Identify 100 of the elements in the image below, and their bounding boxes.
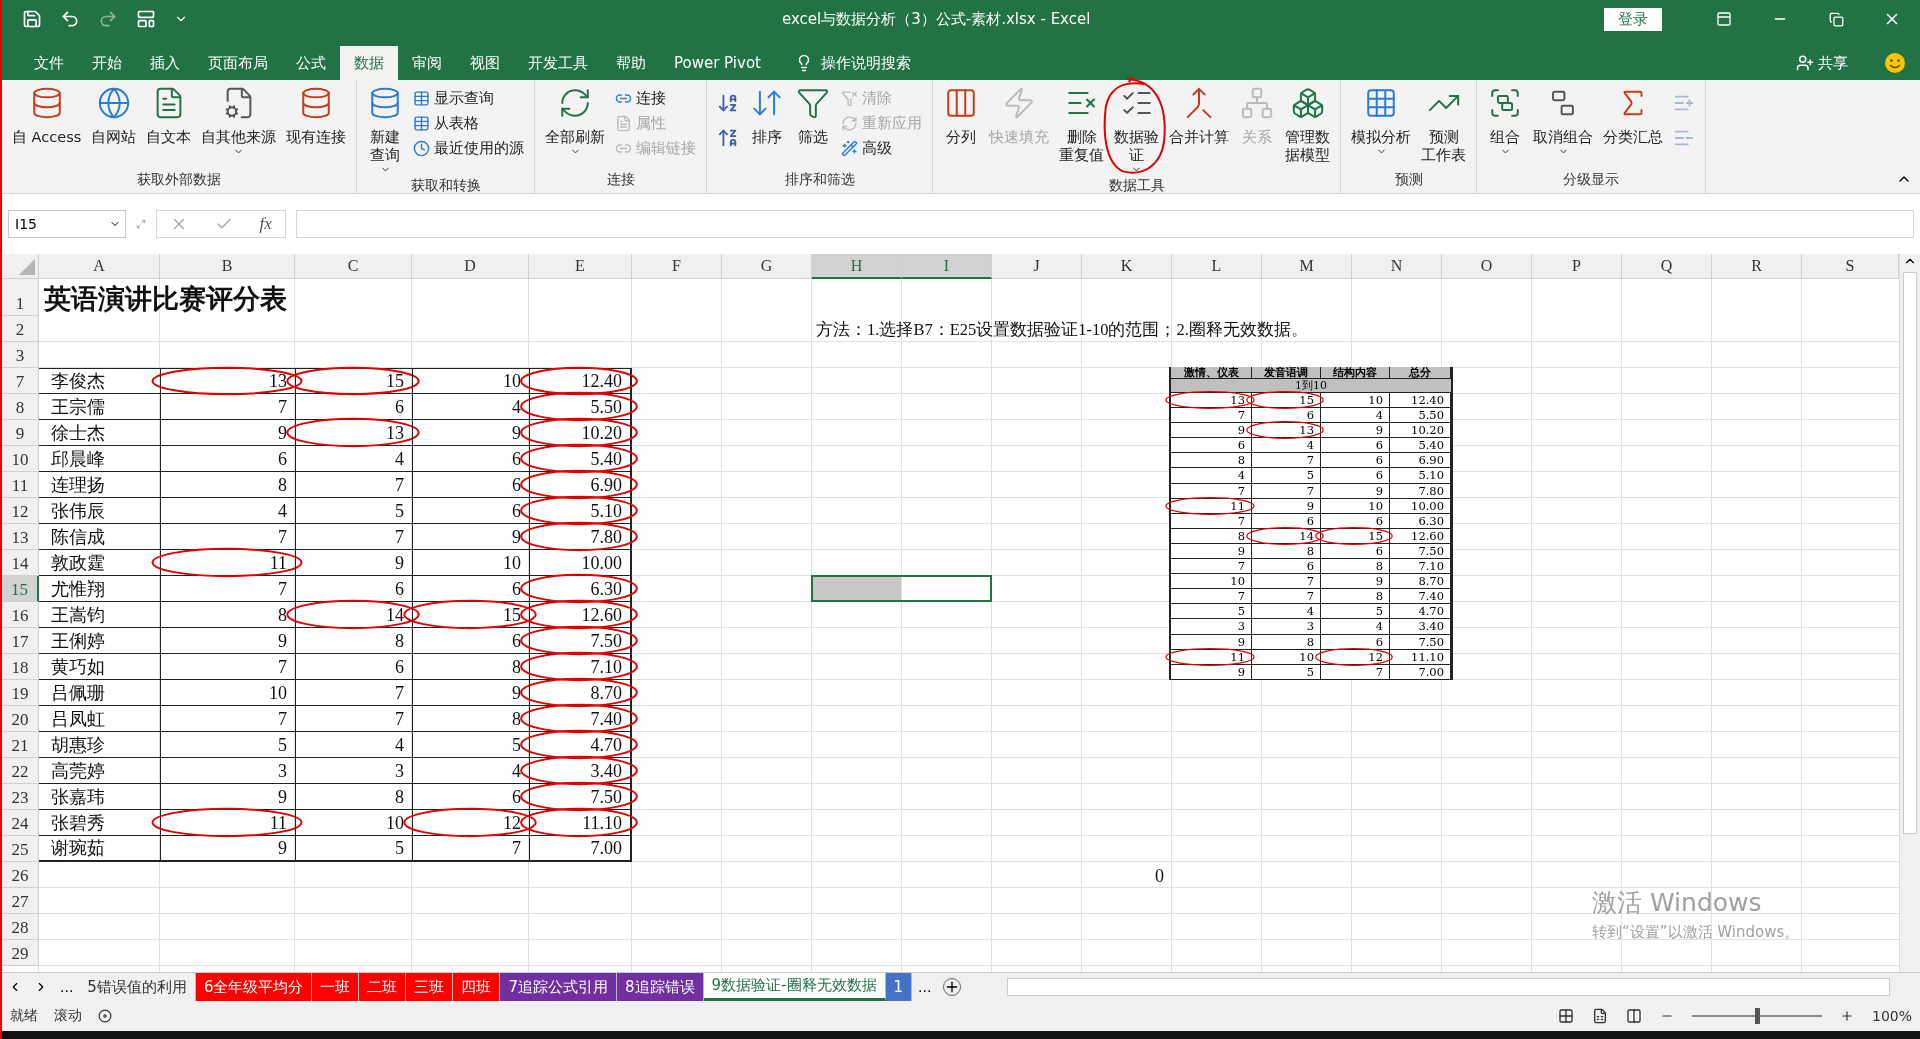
ribbon-command[interactable]: 排序 [745,84,790,148]
ribbon-command[interactable]: 自文本 [142,84,196,148]
ribbon-command[interactable]: 分列 [939,84,984,148]
column-header[interactable]: Q [1622,254,1712,279]
row-header[interactable]: 24 [2,810,39,836]
ribbon-command[interactable]: 高级 [837,136,927,160]
row-header[interactable]: 28 [2,914,39,940]
ribbon-command[interactable]: 预测 工作表 [1417,84,1471,166]
ribbon-command[interactable]: 自网站 [87,84,141,148]
column-header[interactable]: A [39,254,160,279]
login-button[interactable]: 登录 [1604,7,1662,31]
ribbon-tab[interactable]: 页面布局 [194,46,282,80]
ribbon-command[interactable]: 管理数 据模型 [1281,84,1335,166]
column-header[interactable]: B [160,254,295,279]
ribbon-command[interactable]: 自 Access [8,84,86,148]
scrollbar-thumb[interactable] [1903,272,1917,834]
insert-function-button[interactable]: fx [259,214,272,234]
name-box[interactable]: I15 [8,210,126,238]
ribbon-command[interactable]: 从表格 [409,111,529,135]
row-header[interactable]: 10 [2,446,39,472]
sheet-tab[interactable]: 四班 [453,973,501,1001]
column-header[interactable]: G [722,254,812,279]
row-header[interactable]: 29 [2,940,39,966]
row-header[interactable]: 22 [2,758,39,784]
ribbon-command[interactable]: 删除 重复值 [1055,84,1109,166]
row-header[interactable]: 20 [2,706,39,732]
row-header[interactable]: 23 [2,784,39,810]
zoom-thumb[interactable] [1754,1008,1760,1024]
sheet-tab[interactable]: 一班 [312,973,360,1001]
selected-cell-range[interactable] [811,575,992,602]
column-header[interactable]: M [1262,254,1352,279]
more-sheets-button[interactable]: ... [912,973,938,1001]
ribbon-tab[interactable]: 数据 [340,46,398,80]
ribbon-command[interactable]: 合并计算 [1165,84,1234,148]
row-header[interactable]: 17 [2,628,39,654]
row-header[interactable]: 19 [2,680,39,706]
ribbon-command[interactable]: 最近使用的源 [409,136,529,160]
save-icon[interactable] [22,9,42,29]
ribbon-command[interactable]: 现有连接 [282,84,351,148]
row-header[interactable]: 7 [2,368,39,394]
row-header[interactable]: 2 [2,316,39,342]
macro-record-icon[interactable] [98,1009,112,1023]
tell-me-search[interactable]: 操作说明搜索 [788,46,917,80]
column-header[interactable]: L [1172,254,1262,279]
sheet-tab[interactable]: 9数据验证-圈释无效数据 [703,973,886,1001]
row-header[interactable]: 12 [2,498,39,524]
sheet-tab[interactable]: 二班 [359,973,407,1001]
sheet-tab[interactable]: 6全年级平均分 [195,973,313,1001]
sheet-tab[interactable]: 1 [885,973,913,1001]
column-header[interactable]: S [1802,254,1899,279]
form-icon[interactable] [136,9,156,29]
row-header[interactable]: 13 [2,524,39,550]
column-header[interactable]: J [992,254,1082,279]
row-header[interactable]: 11 [2,472,39,498]
ribbon-tab[interactable]: 开始 [78,46,136,80]
ribbon-command[interactable]: 取消组合 [1529,84,1598,159]
ribbon-command[interactable]: 模拟分析 [1347,84,1416,159]
ribbon-command[interactable]: 全部刷新 [541,84,610,159]
column-header[interactable]: K [1082,254,1172,279]
row-header[interactable]: 18 [2,654,39,680]
row-header[interactable]: 27 [2,888,39,914]
row-header[interactable]: 21 [2,732,39,758]
ribbon-command[interactable]: 筛选 [791,84,836,148]
column-header[interactable]: P [1532,254,1622,279]
ribbon-tab[interactable]: 审阅 [398,46,456,80]
column-header[interactable]: C [295,254,412,279]
sheet-tab[interactable]: 三班 [406,973,454,1001]
undo-icon[interactable] [60,9,80,29]
column-header[interactable]: D [412,254,529,279]
ribbon-tab[interactable]: 开发工具 [514,46,602,80]
row-header[interactable]: 1 [2,279,39,316]
column-header[interactable]: E [529,254,632,279]
ribbon-command[interactable]: 分类汇总 [1599,84,1668,148]
row-header[interactable]: 15 [2,576,39,602]
column-header[interactable]: N [1352,254,1442,279]
page-break-icon[interactable] [1625,1008,1642,1024]
ribbon-tab[interactable]: Power Pivot [660,46,775,80]
more-sheets-button[interactable]: ... [54,973,80,1001]
sheet-tab[interactable]: 8追踪错误 [617,973,704,1001]
zoom-in-icon[interactable] [1839,1009,1854,1023]
ribbon-command[interactable]: 自其他来源 [197,84,281,159]
ribbon-tab[interactable]: 文件 [20,46,78,80]
ribbon-command[interactable]: 显示查询 [409,86,529,110]
horizontal-scrollbar[interactable] [1007,978,1890,996]
column-header[interactable]: H [812,254,902,279]
column-header[interactable]: I [902,254,992,279]
row-header[interactable]: 25 [2,836,39,862]
formula-input[interactable] [296,210,1914,238]
row-header[interactable]: 16 [2,602,39,628]
row-header[interactable]: 14 [2,550,39,576]
column-header[interactable]: R [1712,254,1802,279]
share-button[interactable]: 共享 [1790,46,1854,80]
sheet-tab[interactable]: 7追踪公式引用 [500,973,617,1001]
row-header[interactable]: 26 [2,862,39,888]
ribbon-tab[interactable]: 公式 [282,46,340,80]
row-header[interactable]: 3 [2,342,39,368]
ribbon-tab[interactable]: 插入 [136,46,194,80]
row-header[interactable]: 9 [2,420,39,446]
ribbon-tab[interactable]: 帮助 [602,46,660,80]
ribbon-command[interactable]: 组合 [1483,84,1528,159]
